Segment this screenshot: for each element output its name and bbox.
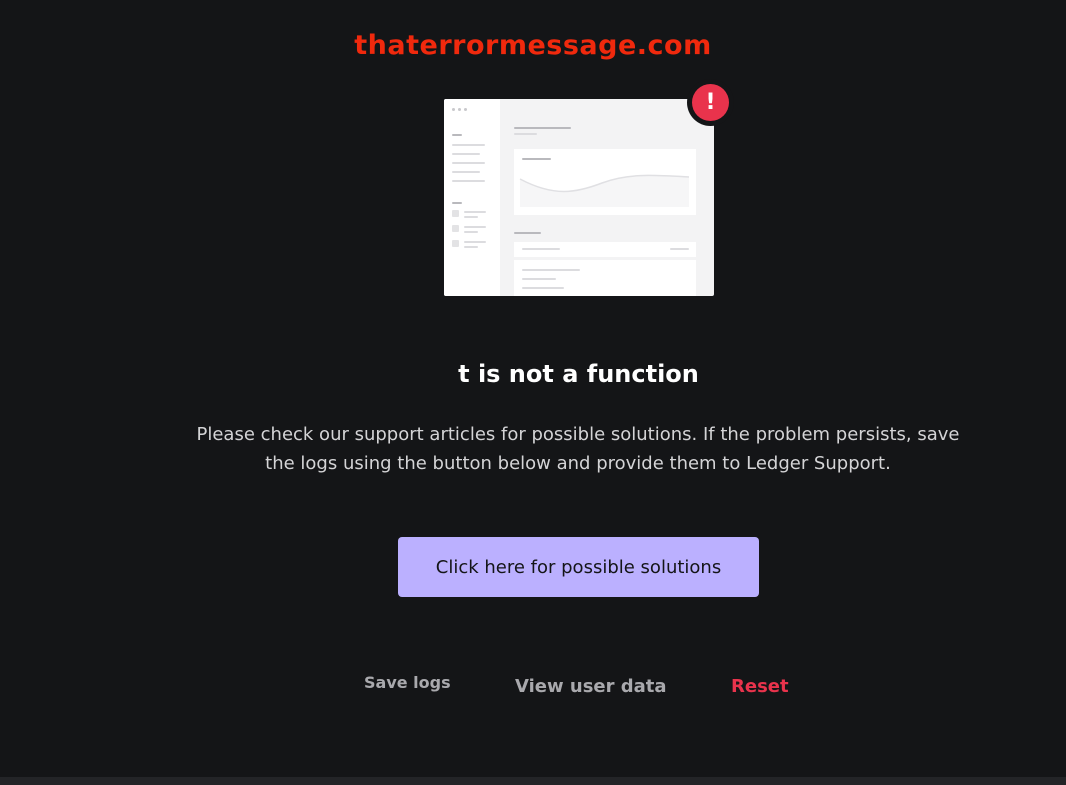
list-row-card [514,242,696,257]
sidebar-line [452,144,485,146]
bottom-bar [0,777,1066,785]
sidebar-line [464,226,486,228]
sidebar-line [452,162,485,164]
list-row-line [522,248,560,250]
list-row-value-line [670,248,689,250]
error-description: Please check our support articles for po… [196,424,960,474]
exclamation-icon: ! [705,90,716,115]
detail-line [522,278,556,280]
sidebar-line [464,246,478,248]
sidebar-item-square [452,240,459,247]
window-dot-icon [458,108,461,111]
save-logs-button[interactable]: Save logs [364,673,451,692]
possible-solutions-button[interactable]: Click here for possible solutions [398,537,759,597]
chart-card [514,149,696,215]
app-window-illustration [444,99,714,296]
sidebar-line [452,153,480,155]
section-heading-line [514,232,541,234]
window-dot-icon [464,108,467,111]
detail-line [522,287,564,289]
error-title: t is not a function [458,360,699,388]
detail-card [514,260,696,296]
sidebar-heading-line [452,134,462,136]
illustration-sidebar [444,99,500,296]
sidebar-line [452,171,480,173]
sidebar-heading-line [452,202,462,204]
sidebar-line [464,241,486,243]
sidebar-line [464,216,478,218]
main-subheading-line [514,133,537,135]
error-badge: ! [692,84,729,121]
watermark-text: thaterrormessage.com [354,30,712,61]
detail-line [522,269,580,271]
sidebar-item-square [452,225,459,232]
window-dot-icon [452,108,455,111]
sidebar-item-square [452,210,459,217]
view-user-data-button[interactable]: View user data [515,676,667,697]
sidebar-line [464,211,486,213]
wave-chart-icon [519,174,690,207]
sidebar-line [452,180,485,182]
reset-button[interactable]: Reset [731,676,789,697]
sidebar-line [464,231,478,233]
main-heading-line [514,127,571,129]
